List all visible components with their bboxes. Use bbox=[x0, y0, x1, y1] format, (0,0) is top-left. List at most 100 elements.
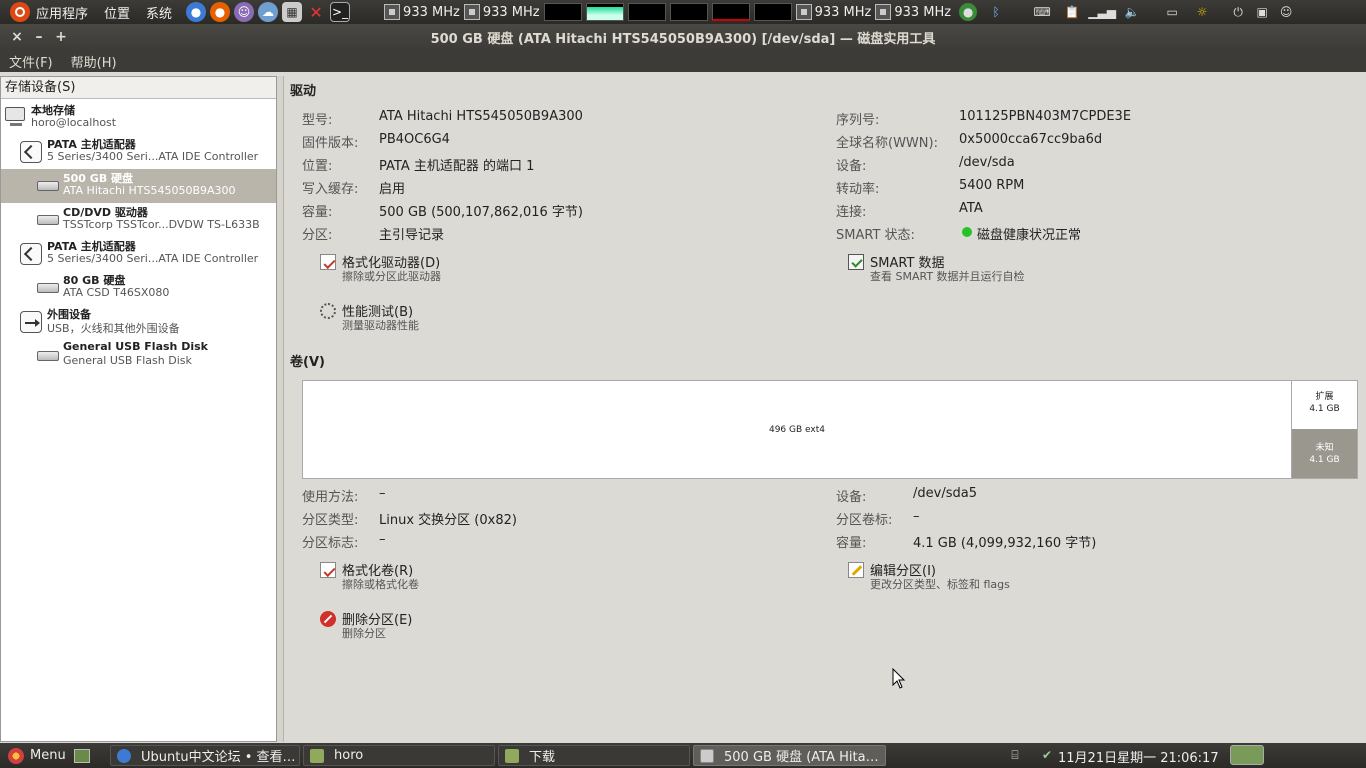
drive-label-smart: SMART 状态: bbox=[836, 228, 915, 243]
taskbar-item-horo[interactable]: horo bbox=[303, 745, 495, 766]
taskbar-item-ubuntu-forum[interactable]: Ubuntu中文论坛 • 查看… bbox=[110, 745, 300, 766]
volume-icon[interactable]: 🔈 bbox=[1121, 2, 1143, 22]
terminal-icon[interactable]: >_ bbox=[330, 2, 351, 22]
volume-label-capacity: 容量: bbox=[836, 536, 867, 551]
drive-label-wwn: 全球名称(WWN): bbox=[836, 136, 938, 151]
format-icon bbox=[320, 562, 336, 578]
sidebar-item-local-storage[interactable]: 本地存储 horo@localhost bbox=[1, 101, 276, 135]
pane-splitter[interactable] bbox=[277, 76, 284, 742]
drive-value-smart: 磁盘健康状况正常 bbox=[977, 228, 1082, 243]
drive-value-device: /dev/sda bbox=[959, 155, 1015, 170]
drive-label-write-cache: 写入缓存: bbox=[302, 182, 359, 197]
drive-label-firmware: 固件版本: bbox=[302, 136, 359, 151]
workspace-switcher-icon[interactable] bbox=[1230, 745, 1264, 765]
minimize-window-button[interactable]: – bbox=[28, 29, 50, 45]
top-panel: 应用程序 位置 系统 ● ● ☺ ☁ ▦ ✕ >_ 933 MHz 933 MH… bbox=[0, 0, 1366, 24]
close-tool-icon[interactable]: ✕ bbox=[306, 2, 326, 22]
sidebar-item-usb-flash-disk[interactable]: General USB Flash Disk General USB Flash… bbox=[1, 339, 276, 373]
drive-label-model: 型号: bbox=[302, 113, 333, 128]
firefox-icon[interactable]: ● bbox=[210, 2, 231, 22]
menu-file[interactable]: 文件(F) bbox=[0, 52, 62, 71]
chromium-icon bbox=[117, 748, 131, 763]
menu-system[interactable]: 系统 bbox=[146, 3, 172, 22]
taskbar-item-downloads[interactable]: 下载 bbox=[498, 745, 690, 766]
monitor-icon[interactable]: ▭ bbox=[1161, 2, 1183, 22]
disk-icon bbox=[37, 283, 59, 293]
system-monitor-cpu-graph[interactable] bbox=[543, 3, 582, 21]
shutdown-icon[interactable]: ⏻ bbox=[1227, 2, 1249, 22]
drive-value-write-cache: 启用 bbox=[379, 182, 406, 197]
storage-devices-sidebar: 存储设备(S) 本地存储 horo@localhost PATA 主机适配器 5… bbox=[0, 76, 277, 742]
gamepad-icon[interactable]: ⌨ bbox=[1031, 2, 1053, 22]
system-monitor-swap-graph[interactable] bbox=[669, 3, 708, 21]
system-monitor-load-graph[interactable] bbox=[711, 3, 750, 21]
ubuntu-logo-icon[interactable] bbox=[10, 2, 30, 22]
user-icon[interactable]: ☺ bbox=[1275, 2, 1297, 22]
volume-map: 496 GB ext4 扩展 4.1 GB 未知 4.1 GB bbox=[302, 380, 1358, 479]
taskbar-item-disk-utility[interactable]: 500 GB 硬盘 (ATA Hita… bbox=[693, 745, 886, 766]
window-title-bar[interactable]: × – + 500 GB 硬盘 (ATA Hitachi HTS545050B9… bbox=[0, 24, 1366, 50]
format-volume-button[interactable]: 格式化卷(R) 擦除或格式化卷 bbox=[320, 560, 520, 592]
sidebar-item-peripherals[interactable]: 外围设备 USB，火线和其他外围设备 bbox=[1, 305, 276, 339]
clock[interactable]: 11月21日星期一 21:06:17 bbox=[1058, 747, 1219, 766]
menu-places[interactable]: 位置 bbox=[104, 3, 130, 22]
disk-utility-icon bbox=[700, 748, 714, 763]
volume-value-partition-type: Linux 交换分区 (0x82) bbox=[379, 513, 517, 528]
system-monitor-disk-graph[interactable] bbox=[753, 3, 792, 21]
main-panel: 驱动 型号: ATA Hitachi HTS545050B9A300 固件版本:… bbox=[284, 72, 1366, 742]
format-drive-button[interactable]: 格式化驱动器(D) 擦除或分区此驱动器 bbox=[320, 252, 520, 284]
volume-value-flags: – bbox=[379, 532, 386, 547]
volume-extended-partition[interactable]: 扩展 4.1 GB bbox=[1291, 381, 1357, 429]
chromium-icon[interactable]: ● bbox=[186, 2, 207, 22]
drive-label-location: 位置: bbox=[302, 159, 333, 174]
shield-icon[interactable]: ✔ bbox=[1036, 745, 1058, 765]
sidebar-item-pata-adapter-2[interactable]: PATA 主机适配器 5 Series/3400 Seri...ATA IDE … bbox=[1, 237, 276, 271]
drive-value-rotation: 5400 RPM bbox=[959, 178, 1025, 193]
menu-applications[interactable]: 应用程序 bbox=[36, 3, 88, 22]
weather-icon[interactable]: ☁ bbox=[258, 2, 279, 22]
bluetooth-icon[interactable]: ᛒ bbox=[985, 2, 1007, 22]
benchmark-button[interactable]: 性能测试(B) 测量驱动器性能 bbox=[320, 301, 520, 333]
volume-value-usage: – bbox=[379, 486, 386, 501]
mouse-cursor-icon bbox=[892, 668, 906, 689]
menu-help[interactable]: 帮助(H) bbox=[62, 52, 126, 71]
sidebar-item-pata-adapter-1[interactable]: PATA 主机适配器 5 Series/3400 Seri...ATA IDE … bbox=[1, 135, 276, 169]
sidebar-item-80gb-disk[interactable]: 80 GB 硬盘 ATA CSD T46SX080 bbox=[1, 271, 276, 305]
system-monitor-mem-graph[interactable] bbox=[585, 3, 624, 21]
weather-sun-icon[interactable]: ☼ bbox=[1191, 2, 1213, 22]
disk-icon bbox=[37, 181, 59, 191]
clipboard-icon[interactable]: 📋 bbox=[1061, 2, 1083, 22]
volume-label-label: 分区卷标: bbox=[836, 513, 893, 528]
pidgin-icon[interactable]: ☺ bbox=[234, 2, 255, 22]
mint-menu-button[interactable]: Menu bbox=[0, 747, 106, 764]
sidebar-item-500gb-disk[interactable]: 500 GB 硬盘 ATA Hitachi HTS545050B9A300 bbox=[1, 169, 276, 203]
smart-data-button[interactable]: SMART 数据 查看 SMART 数据并且运行自检 bbox=[848, 252, 1068, 284]
window-controls: × – + bbox=[0, 29, 72, 45]
smart-icon bbox=[848, 254, 864, 270]
drive-label-serial: 序列号: bbox=[836, 113, 880, 128]
close-window-button[interactable]: × bbox=[6, 29, 28, 45]
top-menus: 应用程序 位置 系统 bbox=[0, 0, 178, 24]
display-icon[interactable]: ▣ bbox=[1251, 2, 1273, 22]
delete-partition-button[interactable]: 删除分区(E) 删除分区 bbox=[320, 609, 520, 641]
cpu-chip-icon bbox=[795, 4, 812, 20]
globe-icon[interactable]: ● bbox=[959, 3, 978, 21]
folder-icon bbox=[310, 748, 324, 763]
maximize-window-button[interactable]: + bbox=[50, 29, 72, 45]
volume-value-device: /dev/sda5 bbox=[913, 486, 977, 501]
calculator-icon[interactable]: ▦ bbox=[282, 2, 303, 22]
edit-partition-button[interactable]: 编辑分区(I) 更改分区类型、标签和 flags bbox=[848, 560, 1068, 592]
network-signal-icon[interactable]: ▁▃▅ bbox=[1088, 2, 1116, 22]
network-tray-icon[interactable]: ⌸ bbox=[1004, 745, 1026, 765]
show-desktop-icon[interactable] bbox=[73, 748, 90, 763]
volume-ext4-partition[interactable]: 496 GB ext4 bbox=[303, 381, 1291, 478]
sidebar-item-cd-dvd-drive[interactable]: CD/DVD 驱动器 TSSTcorp TSSTcor...DVDW TS-L6… bbox=[1, 203, 276, 237]
volume-unknown-partition[interactable]: 未知 4.1 GB bbox=[1291, 429, 1357, 478]
edit-icon bbox=[848, 562, 864, 578]
cpu-freq-3: 933 MHz bbox=[795, 4, 871, 20]
system-monitor-net-graph[interactable] bbox=[627, 3, 666, 21]
delete-icon bbox=[320, 611, 336, 627]
folder-icon bbox=[505, 748, 519, 763]
drive-value-connection: ATA bbox=[959, 201, 983, 216]
optical-drive-icon bbox=[37, 215, 59, 225]
